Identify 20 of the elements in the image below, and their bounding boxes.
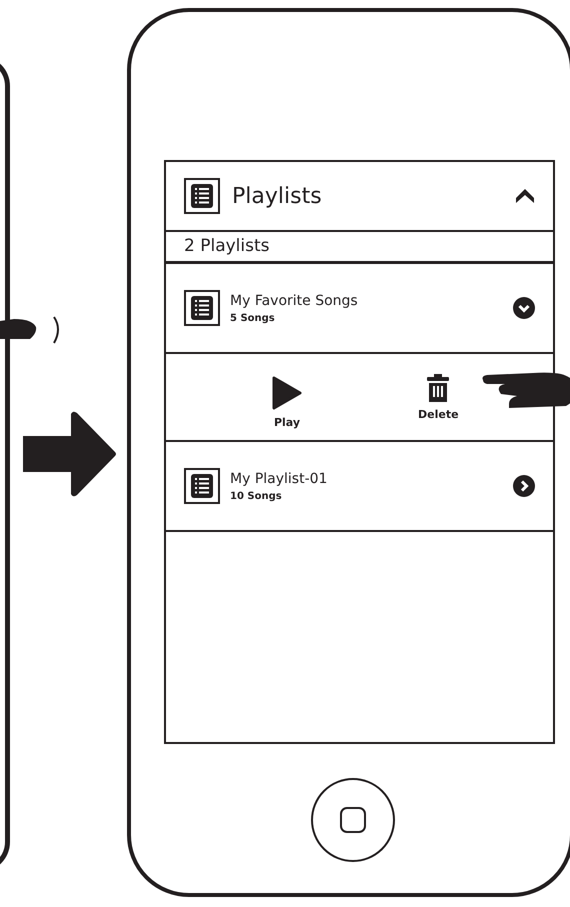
playlist-icon	[184, 178, 220, 214]
song-count: 10 Songs	[230, 490, 283, 502]
playlist-icon	[184, 290, 220, 326]
chevron-down-circle-icon[interactable]	[513, 297, 535, 319]
playlist-item[interactable]: My Playlist-01 10 Songs	[166, 442, 553, 532]
chevron-up-icon[interactable]	[515, 188, 535, 204]
delete-button[interactable]: Delete	[418, 374, 459, 420]
trash-icon	[427, 374, 450, 402]
play-button[interactable]: Play	[272, 376, 302, 428]
playlist-icon	[184, 468, 220, 504]
playlist-count: 2 Playlists	[166, 232, 553, 264]
playlist-item[interactable]: My Favorite Songs 5 Songs	[166, 264, 553, 354]
right-arrow-icon	[23, 410, 117, 498]
playlist-name: My Favorite Songs	[230, 292, 359, 308]
play-icon	[272, 376, 302, 410]
panel-title: Playlists	[232, 184, 323, 208]
playlist-name: My Playlist-01	[230, 470, 328, 486]
chevron-right-circle-icon[interactable]	[513, 475, 535, 497]
song-count: 5 Songs	[230, 312, 276, 324]
home-button[interactable]	[311, 778, 395, 862]
